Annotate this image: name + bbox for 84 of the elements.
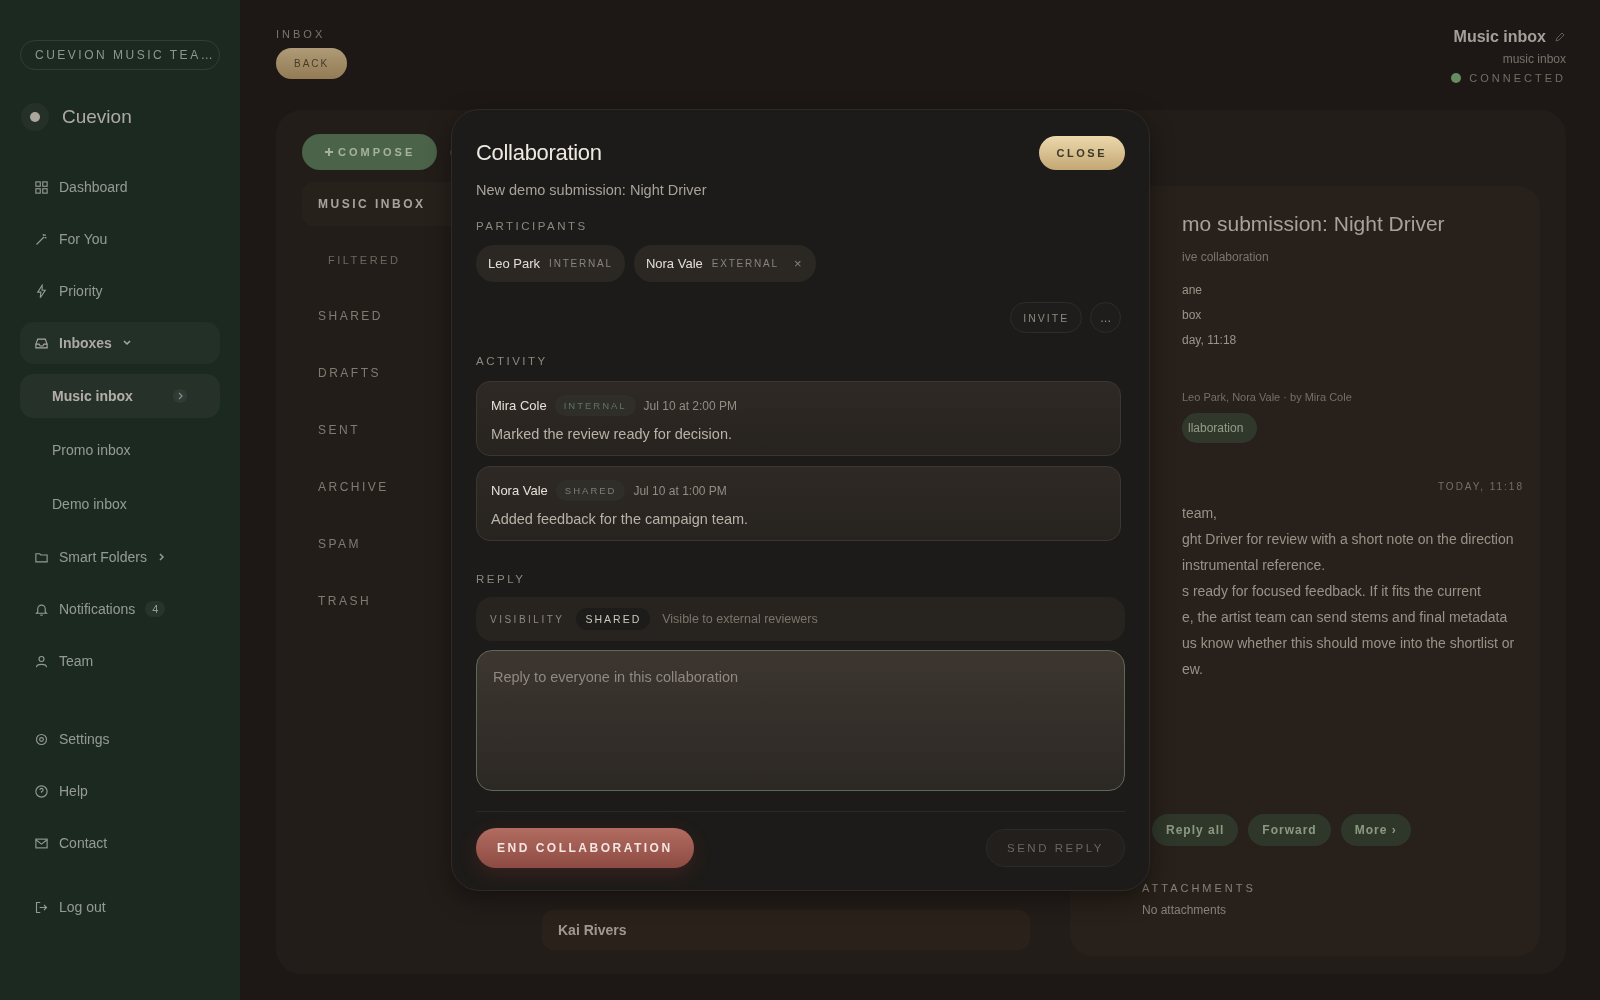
nav-item[interactable]: Inboxes <box>20 322 220 364</box>
invite-button[interactable]: INVITE <box>1010 302 1083 333</box>
activity-text: Marked the review ready for decision. <box>491 426 733 442</box>
participant-role: INTERNAL <box>549 258 613 269</box>
message-body-line: s ready for focused feedback. If it fits the current <box>1182 582 1482 601</box>
chevron-right-icon <box>172 388 188 404</box>
caret-down-icon <box>121 338 132 348</box>
wand-icon <box>34 231 49 247</box>
user-icon <box>34 653 49 669</box>
help-icon <box>34 783 49 799</box>
participant-role: EXTERNAL <box>711 258 779 269</box>
chevron-right-icon <box>156 552 167 562</box>
visibility-tag: INTERNAL <box>554 395 636 416</box>
collaboration-chip[interactable]: llaboration <box>1182 413 1258 443</box>
participant-name: Nora Vale <box>645 256 703 271</box>
nav-item[interactable]: Help <box>20 770 220 812</box>
attachments-empty: No attachments <box>1142 903 1228 917</box>
message-body-line: ght Driver for review with a short note on the direction <box>1182 530 1515 549</box>
message-meta: day, 11:18 <box>1182 333 1238 347</box>
pencil-icon <box>1554 31 1566 43</box>
message-status: ive collaboration <box>1182 250 1270 264</box>
reply-action-button[interactable]: Forward <box>1248 814 1331 846</box>
nav-item[interactable]: Team <box>20 640 220 682</box>
section-label: REPLY <box>476 573 527 585</box>
plus-icon <box>324 147 334 157</box>
nav-item[interactable]: Settings <box>20 718 220 760</box>
reply-action-button[interactable]: More › <box>1340 814 1411 846</box>
activity-text: Added feedback for the campaign team. <box>491 511 750 527</box>
message-meta: box <box>1182 308 1203 322</box>
nav-subitem[interactable]: Music inbox <box>20 374 220 418</box>
attachments-label: ATTACHMENTS <box>1142 882 1257 894</box>
end-collaboration-button[interactable]: END COLLABORATION <box>476 828 694 868</box>
nav-subitem[interactable]: Promo inbox <box>20 428 220 472</box>
count-badge: 4 <box>145 601 166 617</box>
compose-button[interactable]: COMPOSE <box>302 134 438 170</box>
section-label: ACTIVITY <box>476 355 549 367</box>
message-row[interactable]: Kai Rivers <box>542 910 1030 950</box>
activity-time: Jul 10 at 2:00 PM <box>643 398 737 413</box>
visibility-selector[interactable]: SHARED <box>576 608 651 630</box>
message-body-line: instrumental reference. <box>1182 556 1327 575</box>
message-meta: ane <box>1182 283 1204 297</box>
nav-item[interactable]: Notifications 4 <box>20 588 220 630</box>
settings-icon <box>34 731 49 747</box>
remove-button[interactable]: × <box>787 256 804 271</box>
inbox-title: Music inbox <box>1453 28 1546 46</box>
page-label: INBOX <box>276 28 327 40</box>
grid-icon <box>34 179 49 195</box>
activity-author: Nora Vale <box>491 483 548 498</box>
reply-action-button[interactable]: Reply all <box>1152 814 1239 846</box>
tray-icon <box>34 335 49 351</box>
more-button[interactable]: ... <box>1090 302 1121 333</box>
dialog-title: Collaboration <box>476 140 602 166</box>
reply-field[interactable]: Reply to everyone in this collaboration <box>476 650 1125 791</box>
visibility-label: VISIBILITY <box>490 613 565 625</box>
brand-name: Cuevion <box>62 106 132 128</box>
nav-item[interactable]: Dashboard <box>20 166 220 208</box>
message-body-line: us know whether this should move into the shortlist or <box>1182 634 1516 653</box>
back-button[interactable]: BACK <box>276 48 348 79</box>
nav-item[interactable]: For You <box>20 218 220 260</box>
activity-author: Mira Cole <box>491 398 547 413</box>
connection-status: CONNECTED <box>1469 72 1566 84</box>
inbox-address: music inbox <box>1501 52 1566 66</box>
nav-item[interactable]: Smart Folders <box>20 536 220 578</box>
activity-time: Jul 10 at 1:00 PM <box>633 483 727 498</box>
logout-icon <box>34 899 49 915</box>
visibility-tag: SHARED <box>555 480 626 501</box>
close-button[interactable]: CLOSE <box>1038 136 1125 170</box>
message-body-line: e, the artist team can send stems and final metadata <box>1182 608 1509 627</box>
message-body-line: team, <box>1182 504 1218 523</box>
logo-icon <box>20 102 50 132</box>
nav-item[interactable]: Contact <box>20 822 220 864</box>
visibility-hint: Visible to external reviewers <box>662 612 818 626</box>
mail-icon <box>34 835 49 851</box>
bolt-icon <box>34 283 49 299</box>
sender-name: Kai Rivers <box>558 922 627 938</box>
participants-line: Leo Park, Nora Vale · by Mira Cole <box>1182 391 1353 403</box>
message-time: TODAY, 11:18 <box>1437 481 1524 492</box>
nav-subitem[interactable]: Demo inbox <box>20 482 220 526</box>
nav-item[interactable]: Log out <box>20 886 220 928</box>
nav-item[interactable]: Priority <box>20 270 220 312</box>
participant-name: Leo Park <box>488 256 541 271</box>
message-subject: mo submission: Night Driver <box>1182 212 1446 236</box>
message-body-line: ew. <box>1182 660 1204 679</box>
bell-icon <box>34 601 49 617</box>
